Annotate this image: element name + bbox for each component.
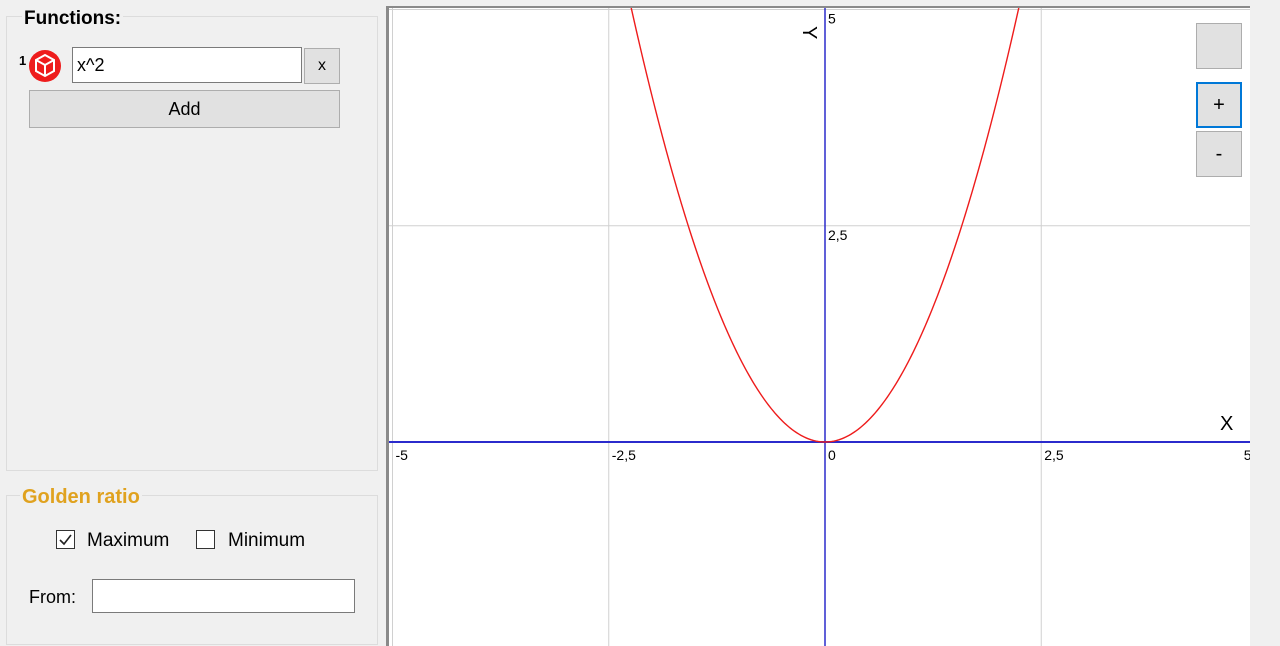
x-tick-label: 2,5	[1044, 447, 1064, 463]
function-expression-input[interactable]	[72, 47, 302, 83]
x-tick-label: -2,5	[612, 447, 636, 463]
cube-icon[interactable]	[27, 48, 63, 84]
x-axis-label: X	[1220, 413, 1233, 435]
y-tick-label: 2,5	[828, 227, 848, 243]
reset-view-button[interactable]	[1196, 23, 1242, 69]
maximum-label[interactable]: Maximum	[87, 530, 169, 552]
golden-ratio-groupbox	[6, 495, 378, 645]
golden-ratio-title: Golden ratio	[20, 485, 142, 509]
minimum-checkbox[interactable]	[196, 530, 215, 549]
functions-groupbox	[6, 16, 378, 471]
zoom-out-button[interactable]: -	[1196, 131, 1242, 177]
plot-panel[interactable]: -5 -2,5 0 2,5 5 2,5 5 X Y	[386, 6, 1250, 646]
checkmark-icon	[59, 534, 72, 546]
y-axis-label: Y	[798, 26, 820, 39]
function-index: 1	[19, 53, 27, 68]
x-tick-label: -5	[396, 447, 409, 463]
maximum-checkbox[interactable]	[56, 530, 75, 549]
y-tick-label: 5	[828, 11, 836, 27]
x-tick-label: 0	[828, 447, 836, 463]
function-plot[interactable]: -5 -2,5 0 2,5 52,55XY	[389, 8, 1250, 646]
remove-function-button[interactable]: x	[304, 48, 340, 84]
from-input[interactable]	[92, 579, 355, 613]
minimum-label[interactable]: Minimum	[228, 530, 305, 552]
from-label: From:	[29, 587, 76, 607]
zoom-in-button[interactable]: +	[1196, 82, 1242, 128]
x-tick-label: 5	[1244, 447, 1250, 463]
functions-title: Functions:	[22, 8, 124, 30]
add-function-button[interactable]: Add	[29, 90, 340, 128]
